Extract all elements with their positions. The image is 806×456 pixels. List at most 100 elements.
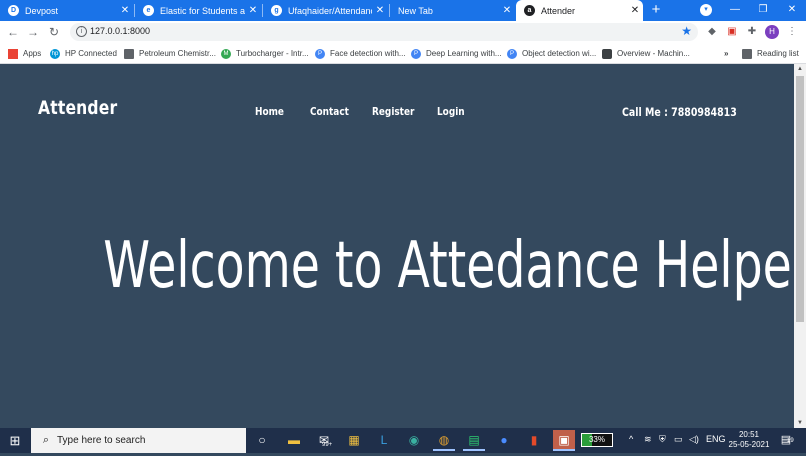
bookmark-face-detection[interactable]: P Face detection with...	[315, 46, 406, 61]
cortana-icon[interactable]: ○	[251, 430, 273, 451]
m-logo-icon: M	[221, 48, 231, 59]
l-app-icon[interactable]: L	[373, 430, 395, 451]
browser-toolbar: ← → ↻ i 127.0.0.1:8000 ★ ◆ ▣ ✚ H ⋮	[0, 21, 806, 43]
notifications-icon[interactable]: ▤ 19	[778, 433, 794, 448]
chrome-icon[interactable]: ◍	[433, 430, 455, 451]
extension-icon[interactable]: ◆	[705, 25, 719, 39]
page-icon	[602, 48, 612, 59]
tab-new[interactable]: New Tab ✕	[390, 0, 515, 21]
scroll-up-arrow-icon[interactable]: ▲	[794, 64, 806, 74]
page-content: Attender Home Contact Register Login Cal…	[0, 64, 806, 428]
bookmarks-bar: Apps hp HP Connected Petroleum Chemistr.…	[0, 43, 806, 64]
photos-icon[interactable]: ▣	[553, 430, 575, 451]
close-icon[interactable]: ✕	[627, 5, 643, 16]
bookmark-label: HP Connected	[65, 49, 117, 58]
devpost-favicon-icon: D	[8, 5, 19, 16]
wifi-icon[interactable]: ≋	[644, 434, 652, 445]
bookmark-turbocharger[interactable]: M Turbocharger - Intr...	[221, 46, 309, 61]
bookmark-hp-connected[interactable]: hp HP Connected	[50, 46, 117, 61]
url-text[interactable]: 127.0.0.1:8000	[90, 26, 150, 36]
back-arrow-icon[interactable]: ←	[5, 24, 21, 40]
chevron-up-icon[interactable]: ^	[629, 434, 633, 444]
p-icon: P	[411, 48, 421, 59]
page-scrollbar[interactable]: ▲ ▼	[794, 64, 806, 428]
hp-icon: hp	[50, 48, 60, 59]
bookmark-petroleum[interactable]: Petroleum Chemistr...	[124, 46, 216, 61]
nav-login-link[interactable]: Login	[437, 106, 465, 118]
more-bookmarks-chevron-icon[interactable]: »	[724, 46, 728, 61]
github-favicon-icon: g	[271, 5, 282, 16]
attender-favicon-icon: a	[524, 5, 535, 16]
language-indicator[interactable]: ENG	[706, 434, 726, 444]
nav-register-link[interactable]: Register	[372, 106, 414, 118]
tab-title: Attender	[541, 5, 576, 16]
search-placeholder: Type here to search	[57, 435, 146, 446]
window-close-icon[interactable]: ✕	[779, 0, 805, 21]
phone-contact: Call Me : 7880984813	[622, 105, 737, 119]
new-tab-plus-icon[interactable]: +	[648, 2, 664, 18]
security-shield-icon[interactable]: ⛨	[659, 434, 666, 445]
bookmark-object-detection[interactable]: P Object detection wi...	[507, 46, 596, 61]
bookmark-label: Turbocharger - Intr...	[236, 49, 309, 58]
close-icon[interactable]: ✕	[117, 5, 133, 16]
notification-count: 19	[787, 438, 794, 444]
restore-icon[interactable]: ❐	[750, 0, 776, 21]
p-icon: P	[507, 48, 517, 59]
bookmark-label: Apps	[23, 49, 42, 58]
site-info-icon[interactable]: i	[76, 26, 87, 37]
tab-github[interactable]: g Ufaqhaider/Attendance-S ✕	[263, 0, 388, 21]
zoom-icon[interactable]: ●	[493, 430, 515, 451]
battery-indicator[interactable]: 33%	[581, 433, 613, 447]
clock[interactable]: 20:51 25-05-2021	[725, 430, 773, 450]
nav-home-link[interactable]: Home	[255, 106, 284, 118]
taskbar-search-box[interactable]: ⌕ Type here to search	[31, 428, 246, 453]
battery-tray-icon[interactable]: ▭	[674, 434, 683, 445]
clock-time: 20:51	[738, 430, 760, 439]
nav-contact-link[interactable]: Contact	[310, 106, 349, 118]
tab-search-icon[interactable]: ▾	[700, 4, 712, 16]
close-icon[interactable]: ✕	[245, 5, 261, 16]
elastic-favicon-icon: e	[143, 5, 154, 16]
pocket-icon[interactable]: ▣	[725, 25, 739, 39]
tab-devpost[interactable]: D Devpost ✕	[0, 0, 133, 21]
bookmark-label: Overview - Machin...	[617, 49, 690, 58]
profile-avatar[interactable]: H	[765, 25, 779, 39]
bookmark-label: Face detection with...	[330, 49, 406, 58]
scrollbar-thumb[interactable]	[796, 76, 804, 322]
bookmark-deep-learning[interactable]: P Deep Learning with...	[411, 46, 502, 61]
bookmark-star-icon[interactable]: ★	[681, 24, 692, 38]
tab-strip: D Devpost ✕ e Elastic for Students and E…	[0, 0, 806, 21]
office-icon[interactable]: ▮	[523, 430, 545, 451]
extensions-puzzle-icon[interactable]: ✚	[745, 25, 759, 39]
tab-title: Elastic for Students and E	[160, 5, 245, 16]
minimize-icon[interactable]: —	[722, 0, 748, 21]
windows-start-icon[interactable]: ⊞	[0, 428, 30, 453]
forward-arrow-icon[interactable]: →	[25, 24, 41, 40]
bookmark-apps[interactable]: Apps	[8, 46, 41, 61]
bookmark-label: Object detection wi...	[522, 49, 597, 58]
pycharm-icon[interactable]: ▤	[463, 430, 485, 451]
reading-list-icon	[742, 48, 752, 59]
tab-attender[interactable]: a Attender ✕	[516, 0, 643, 21]
address-bar[interactable]: i 127.0.0.1:8000 ★	[70, 23, 698, 41]
store-icon[interactable]: ▦	[343, 430, 365, 451]
file-explorer-icon[interactable]: ▬	[283, 430, 305, 451]
close-icon[interactable]: ✕	[372, 5, 388, 16]
reading-list-button[interactable]: Reading list	[742, 46, 799, 61]
mail-icon[interactable]: ✉ 99+	[313, 430, 335, 451]
bookmark-label: Petroleum Chemistr...	[139, 49, 216, 58]
scroll-down-arrow-icon[interactable]: ▼	[794, 418, 806, 428]
volume-icon[interactable]: ◁)	[689, 434, 699, 445]
site-brand[interactable]: Attender	[38, 97, 117, 119]
edge-icon[interactable]: ◉	[403, 430, 425, 451]
kebab-menu-icon[interactable]: ⋮	[785, 25, 799, 39]
bookmark-label: Deep Learning with...	[426, 49, 502, 58]
reload-icon[interactable]: ↻	[46, 24, 62, 40]
building-icon	[124, 48, 134, 59]
close-icon[interactable]: ✕	[499, 5, 515, 16]
tab-elastic[interactable]: e Elastic for Students and E ✕	[135, 0, 261, 21]
reading-list-label: Reading list	[757, 49, 799, 58]
search-icon: ⌕	[42, 434, 50, 446]
windows-taskbar: ⊞ ⌕ Type here to search ○ ▬ ✉ 99+ ▦ L ◉ ◍…	[0, 428, 806, 453]
bookmark-overview[interactable]: Overview - Machin...	[602, 46, 690, 61]
